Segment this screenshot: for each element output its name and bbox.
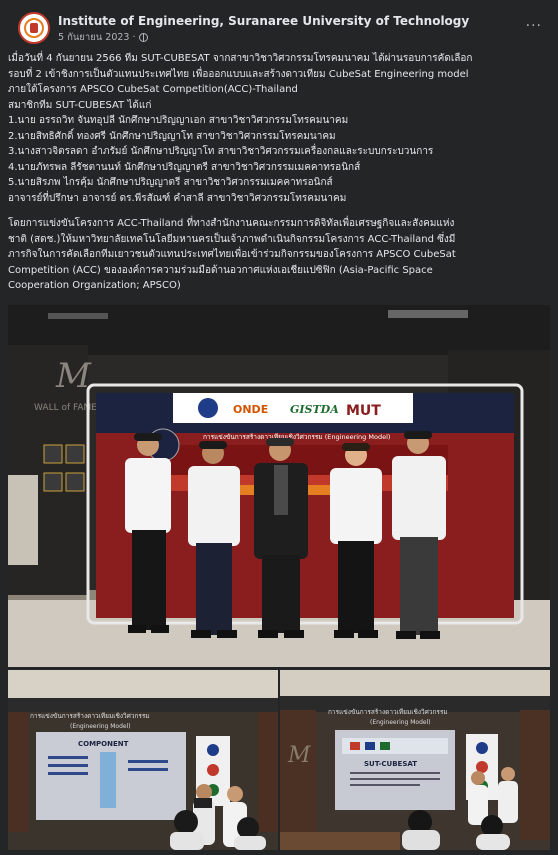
body-line: 2.นายสิทธิศักดิ์ ทองศรี นักศึกษาปริญญาโท…: [8, 130, 336, 142]
logo-core: [30, 23, 38, 33]
page-name-link[interactable]: Institute of Engineering, Suranaree Univ…: [58, 14, 469, 28]
person-5: [392, 431, 446, 639]
post-date[interactable]: 5 กันยายน 2023: [58, 30, 129, 45]
photo-bottom-left-scene: การแข่งขันการสร้างดาวเทียมเชิงวิศวกรรม (…: [8, 670, 278, 850]
photo-main[interactable]: M WALL of FAME ONDE GISTDA MUT การแข่งขั…: [8, 305, 550, 667]
body-line: รอบที่ 2 เข้าชิงการเป็นตัวแทนประเทศไทย เ…: [8, 68, 469, 80]
body-line: เมื่อวันที่ 4 กันยายน 2566 ทีม SUT-CUBES…: [8, 53, 473, 64]
banner-logo-mut: MUT: [346, 403, 381, 419]
br-wall-logo: M: [287, 743, 311, 768]
body-line: 4.นายภัทรพล ลีรัชตานนท์ นักศึกษาปริญญาตร…: [8, 161, 361, 173]
br-slide-title: SUT-CUBESAT: [364, 760, 417, 768]
br-banner: การแข่งขันการสร้างดาวเทียมเชิงวิศวกรรม: [328, 708, 448, 716]
body-line: 5.นายสิรภพ ไกรคุ้ม นักศึกษาปริญญาตรี สาข…: [8, 177, 333, 188]
banner-logo-onde: ONDE: [233, 403, 268, 416]
body-line: ชาติ (สดช.)ให้มหาวิทยาลัยเทคโนโลยีมหานคร…: [8, 233, 456, 245]
body-line: สมาชิกทีม SUT-CUBESAT ได้แก่: [8, 99, 152, 111]
more-options-icon[interactable]: ···: [526, 18, 542, 34]
photo-bottom-right[interactable]: การแข่งขันการสร้างดาวเทียมเชิงวิศวกรรม (…: [280, 670, 550, 850]
banner-logo-gistda: GISTDA: [290, 403, 339, 416]
body-line: อาจารย์ที่ปรึกษา อาจารย์ ดร.พีรสัณฑ์ คำส…: [8, 192, 347, 204]
photo-bottom-right-scene: การแข่งขันการสร้างดาวเทียมเชิงวิศวกรรม (…: [280, 670, 550, 850]
bl-banner: การแข่งขันการสร้างดาวเทียมเชิงวิศวกรรม: [30, 712, 150, 720]
body-line: 3.นางสาวจิตรลดา อำภรัมย์ นักศึกษาปริญญาโ…: [8, 146, 434, 157]
post-header: Institute of Engineering, Suranaree Univ…: [18, 12, 548, 46]
photo-main-scene: M WALL of FAME ONDE GISTDA MUT การแข่งขั…: [8, 305, 550, 667]
body-line: Competition (ACC) ขององค์การความร่วมมือด…: [8, 264, 433, 276]
body-line: ภารกิจในการคัดเลือกทีมเยาวชนตัวแทนประเทศ…: [8, 249, 456, 260]
post-body: เมื่อวันที่ 4 กันยายน 2566 ทีม SUT-CUBES…: [8, 51, 548, 294]
facebook-post: Institute of Engineering, Suranaree Univ…: [0, 0, 558, 855]
br-banner-sub: (Engineering Model): [370, 719, 431, 726]
person-3: [254, 438, 308, 638]
banner-heading: การแข่งขันการสร้างดาวเทียมเชิงวิศวกรรม (…: [203, 433, 390, 441]
page-avatar[interactable]: [18, 12, 50, 44]
bl-banner-sub: (Engineering Model): [70, 723, 131, 730]
body-line: โดยการแข่งขันโครงการ ACC-Thailand ที่ทาง…: [8, 218, 455, 229]
photo-bottom-left[interactable]: การแข่งขันการสร้างดาวเทียมเชิงวิศวกรรม (…: [8, 670, 278, 850]
post-meta: 5 กันยายน 2023 ·: [58, 30, 148, 45]
globe-icon: [138, 33, 148, 42]
wall-logo: M: [55, 356, 92, 396]
body-line: 1.นาย อรรถวิท จันทอุปลี นักศึกษาปริญญาเอ…: [8, 115, 349, 126]
body-line: ภายใต้โครงการ APSCO CubeSat Competition(…: [8, 84, 298, 95]
body-line: Cooperation Organization; APSCO): [8, 280, 181, 291]
meta-separator: ·: [132, 32, 136, 43]
bl-slide-title: COMPONENT: [78, 740, 129, 748]
